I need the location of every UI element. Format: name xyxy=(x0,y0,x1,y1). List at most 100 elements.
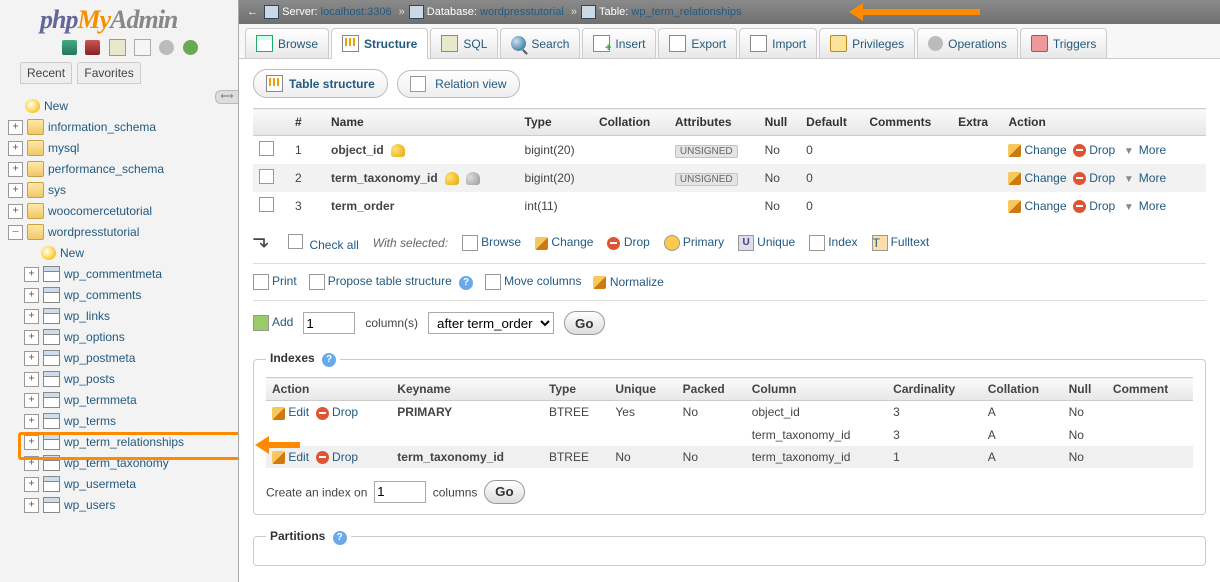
move-columns-link[interactable]: Move columns xyxy=(485,274,581,290)
more-link[interactable]: More xyxy=(1139,199,1166,213)
col-attributes-header[interactable]: Attributes xyxy=(669,109,759,136)
tree-item[interactable]: information_schema xyxy=(8,117,234,138)
print-link[interactable]: Print xyxy=(253,274,297,290)
tree-item[interactable]: wp_termmeta xyxy=(8,390,234,411)
tree-item[interactable]: New xyxy=(8,96,234,117)
tab-search[interactable]: Search xyxy=(500,28,580,58)
tree-item-label[interactable]: wp_usermeta xyxy=(64,477,136,491)
row-checkbox[interactable] xyxy=(259,141,274,156)
tree-item[interactable]: wp_comments xyxy=(8,285,234,306)
row-checkbox[interactable] xyxy=(259,169,274,184)
docs-icon[interactable] xyxy=(134,39,151,56)
tree-item-label[interactable]: wp_commentmeta xyxy=(64,267,162,281)
chevron-down-icon[interactable]: ▼ xyxy=(1124,146,1134,157)
favorites-tab[interactable]: Favorites xyxy=(77,62,140,84)
expand-toggle-icon[interactable] xyxy=(24,267,39,282)
row-checkbox[interactable] xyxy=(259,197,274,212)
tree-item-label[interactable]: information_schema xyxy=(48,120,156,134)
check-all-checkbox[interactable] xyxy=(288,234,303,249)
tab-sql[interactable]: SQL xyxy=(430,28,498,58)
expand-toggle-icon[interactable] xyxy=(24,414,39,429)
expand-toggle-icon[interactable] xyxy=(24,351,39,366)
add-position-select[interactable]: after term_order xyxy=(428,312,554,334)
tree-item[interactable]: wp_usermeta xyxy=(8,474,234,495)
breadcrumb-database[interactable]: wordpresstutorial xyxy=(480,6,564,18)
col-extra-header[interactable]: Extra xyxy=(952,109,1002,136)
ws-index[interactable]: Index xyxy=(809,235,857,251)
expand-toggle-icon[interactable] xyxy=(24,435,39,450)
tree-item[interactable]: sys xyxy=(8,180,234,201)
change-link[interactable]: Change xyxy=(1024,199,1066,213)
change-link[interactable]: Change xyxy=(1024,171,1066,185)
subtab-table-structure[interactable]: Table structure xyxy=(253,69,388,98)
add-count-input[interactable] xyxy=(303,312,355,334)
change-link[interactable]: Change xyxy=(1024,143,1066,157)
tree-item-label[interactable]: wp_term_relationships xyxy=(64,435,184,449)
expand-toggle-icon[interactable] xyxy=(24,477,39,492)
propose-link[interactable]: Propose table structure ? xyxy=(309,274,473,290)
ws-change[interactable]: Change xyxy=(535,235,593,249)
tab-browse[interactable]: Browse xyxy=(245,28,329,58)
tree-item-label[interactable]: woocomercetutorial xyxy=(48,204,152,218)
tree-item[interactable]: wp_commentmeta xyxy=(8,264,234,285)
expand-toggle-icon[interactable] xyxy=(8,120,23,135)
tab-operations[interactable]: Operations xyxy=(917,28,1018,58)
tree-item-label[interactable]: mysql xyxy=(48,141,79,155)
tree-item-label[interactable]: wp_termmeta xyxy=(64,393,137,407)
tree-item-label[interactable]: wp_options xyxy=(64,330,125,344)
tree-item[interactable]: mysql xyxy=(8,138,234,159)
col-default-header[interactable]: Default xyxy=(800,109,863,136)
drop-link[interactable]: Drop xyxy=(1089,143,1115,157)
col-collation-header[interactable]: Collation xyxy=(593,109,669,136)
tree-item-label[interactable]: New xyxy=(60,246,84,260)
tab-import[interactable]: Import xyxy=(739,28,817,58)
expand-toggle-icon[interactable] xyxy=(8,204,23,219)
tree-item-label[interactable]: wp_terms xyxy=(64,414,116,428)
tree-item-label[interactable]: wp_term_taxonomy xyxy=(64,456,169,470)
create-index-count[interactable] xyxy=(374,481,426,503)
tree-item-label[interactable]: wp_users xyxy=(64,498,115,512)
help-icon[interactable]: ? xyxy=(459,276,473,290)
expand-toggle-icon[interactable] xyxy=(8,162,23,177)
tree-item[interactable]: wp_postmeta xyxy=(8,348,234,369)
ws-fulltext[interactable]: TFulltext xyxy=(872,235,930,251)
expand-toggle-icon[interactable] xyxy=(8,183,23,198)
collapse-icon[interactable]: ⟷ xyxy=(215,90,238,104)
col-comments-header[interactable]: Comments xyxy=(863,109,952,136)
help-icon[interactable]: ? xyxy=(333,531,347,545)
tab-triggers[interactable]: Triggers xyxy=(1020,28,1108,58)
tree-item-label[interactable]: New xyxy=(44,99,68,113)
help-icon[interactable]: ? xyxy=(322,353,336,367)
expand-toggle-icon[interactable] xyxy=(24,372,39,387)
tree-item-label[interactable]: wp_links xyxy=(64,309,110,323)
expand-toggle-icon[interactable] xyxy=(8,141,23,156)
expand-toggle-icon[interactable] xyxy=(8,225,23,240)
ws-browse[interactable]: Browse xyxy=(462,235,521,251)
tab-structure[interactable]: Structure xyxy=(331,28,428,59)
ws-primary[interactable]: Primary xyxy=(664,235,724,251)
reload-icon[interactable] xyxy=(183,40,198,55)
tree-item-label[interactable]: wp_postmeta xyxy=(64,351,135,365)
col-num-header[interactable]: # xyxy=(289,109,325,136)
check-all-link[interactable]: Check all xyxy=(309,238,358,252)
tree-item[interactable]: wp_terms xyxy=(8,411,234,432)
tree-item[interactable]: wp_options xyxy=(8,327,234,348)
tree-item[interactable]: New xyxy=(8,243,234,264)
edit-index-link[interactable]: Edit xyxy=(288,450,309,464)
add-column-link[interactable]: Add xyxy=(272,315,293,329)
col-type-header[interactable]: Type xyxy=(519,109,593,136)
tree-item-label[interactable]: wordpresstutorial xyxy=(48,225,139,239)
col-name-header[interactable]: Name xyxy=(325,109,519,136)
drop-index-link[interactable]: Drop xyxy=(332,405,358,419)
expand-toggle-icon[interactable] xyxy=(24,309,39,324)
drop-link[interactable]: Drop xyxy=(1089,199,1115,213)
ws-unique[interactable]: UUnique xyxy=(738,235,795,251)
expand-toggle-icon[interactable] xyxy=(24,288,39,303)
tree-item[interactable]: wp_posts xyxy=(8,369,234,390)
sql-query-icon[interactable] xyxy=(109,39,126,56)
tree-item-label[interactable]: sys xyxy=(48,183,66,197)
edit-index-link[interactable]: Edit xyxy=(288,405,309,419)
logout-icon[interactable] xyxy=(85,40,100,55)
tree-item-label[interactable]: wp_posts xyxy=(64,372,115,386)
breadcrumb-table[interactable]: wp_term_relationships xyxy=(631,6,741,18)
